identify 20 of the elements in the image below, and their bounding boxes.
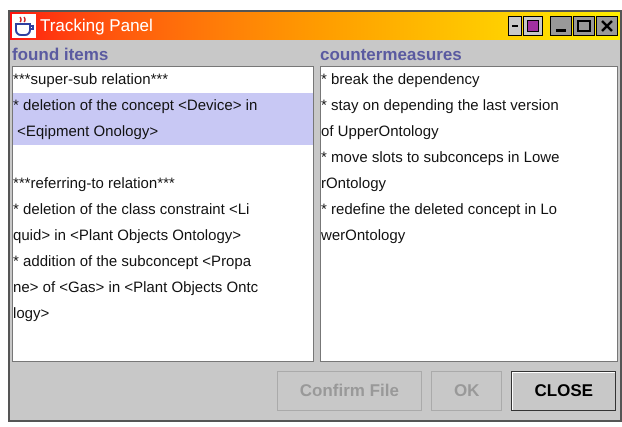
minimize-button[interactable] [550, 16, 572, 36]
list-item[interactable]: ***referring-to relation*** [13, 171, 313, 197]
close-button[interactable] [596, 16, 618, 36]
maximize-button[interactable] [573, 16, 595, 36]
list-item[interactable]: * addition of the subconcept <Propa ne> of <Gas> in <Plant Objects Ontc logy> [13, 249, 313, 327]
panel-label: countermeasures [320, 44, 463, 66]
list-item[interactable]: * deletion of the concept <Device> in <Eqipment Onology> [13, 93, 313, 145]
list-item[interactable]: * stay on depending the last version of UpperOntology [321, 93, 617, 145]
list-item[interactable]: * redefine the deleted concept in Lo werOntology [321, 197, 617, 249]
cup-icon [12, 14, 36, 38]
window-title: Tracking Panel [40, 15, 153, 38]
list-item[interactable]: ***super-sub relation*** [13, 67, 313, 93]
menu-button[interactable] [508, 16, 522, 36]
pin-button[interactable] [523, 16, 543, 36]
list-item[interactable]: * break the dependency [321, 67, 617, 93]
close-icon [601, 20, 613, 32]
list-item[interactable]: * move slots to subconceps in Lowe rOntology [321, 145, 617, 197]
panel-label: found items [12, 44, 110, 66]
list-item[interactable]: * deletion of the class constraint <Li quid> in <Plant Objects Ontology> [13, 197, 313, 249]
dialog-button[interactable]: CLOSE [511, 371, 616, 411]
